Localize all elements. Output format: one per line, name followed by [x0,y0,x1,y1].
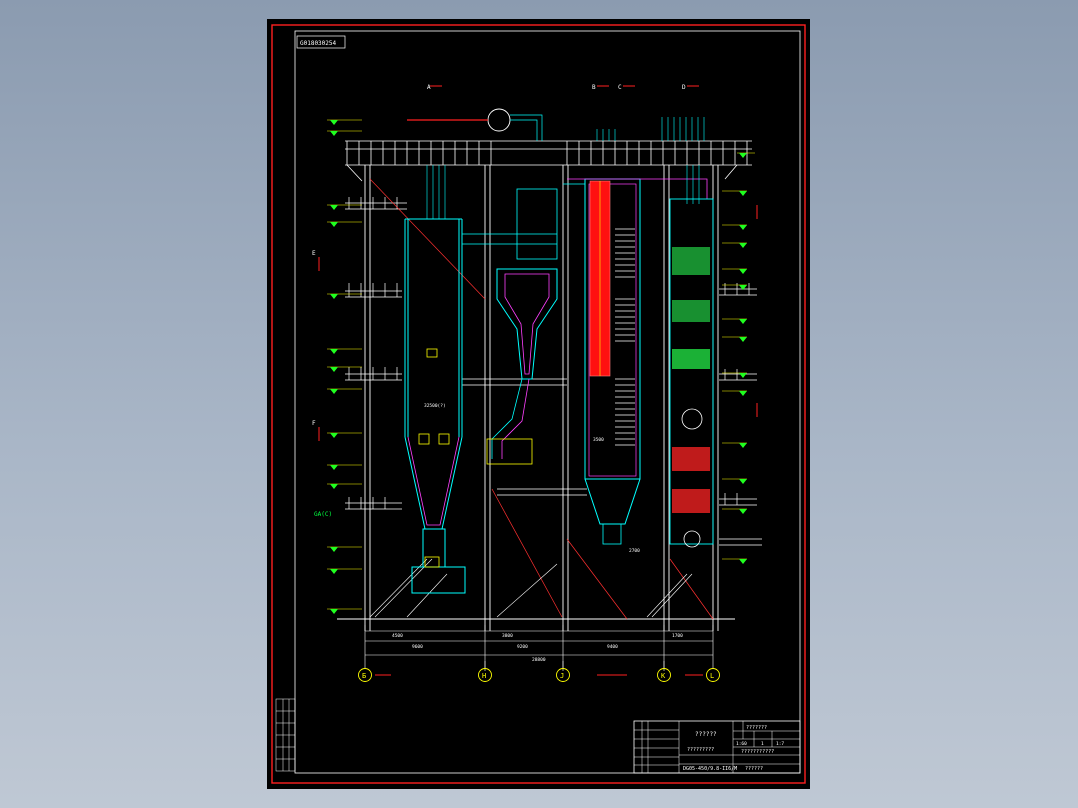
drawing-sheet: G018030254 A B C D E F GA(C) 32500(?) 35… [267,19,810,789]
elevation-markers-left [327,119,362,614]
label-economizer: 2700 [629,548,640,554]
superheater-coils [615,228,635,446]
scale-a: 1:60 [736,741,747,747]
air-preheater [669,198,714,548]
revision-block [275,698,296,772]
roof-platform [345,140,752,182]
axis-label-H: H [482,672,486,680]
label-ash-hopper: 3500 [593,437,604,443]
dim-row2-b: 9200 [517,644,528,650]
dim-row1-a: 4500 [392,633,403,639]
section-mark-a: A [427,84,431,91]
label-furnace: 32500(?) [424,403,446,409]
axis-label-G: Б [362,672,366,680]
label-left-side: GA(C) [314,511,332,518]
steam-drum [407,108,543,141]
drawing-name: ????????? [687,747,714,753]
bracing [369,178,714,620]
section-mark-d: D [682,84,686,91]
cyclone-separator [462,188,558,465]
sheet-row: ?????? [745,766,763,772]
drawing-number: DG05-450/9.8-II6/M [683,766,737,772]
axis-label-J: J [560,672,564,680]
scale-b: 1 [761,741,764,747]
column-axes: Б H J K L [358,661,720,682]
company: ??????????? [741,749,774,755]
sheet-code: G018030254 [300,40,337,47]
dim-row2-c: 9400 [607,644,618,650]
dim-overall: 28800 [532,657,546,663]
outer-border [271,24,806,784]
dim-row2-a: 9600 [412,644,423,650]
project-title: ?????? [695,731,717,738]
riser-pipes [426,117,705,219]
label-right-top: ??????? [746,725,767,731]
axis-label-L: L [710,672,714,680]
stairs [369,558,693,618]
sheet-code-box: G018030254 [296,35,346,49]
dim-row1-c: 1700 [672,633,683,639]
axis-label-K: K [661,672,666,680]
cad-drawing-canvas: G018030254 A B C D E F GA(C) 32500(?) 35… [271,24,806,784]
section-mark-e: E [312,250,316,257]
title-block: ?????? ????????? DG05-450/9.8-II6/M ????… [633,720,801,774]
section-mark-b: B [592,84,596,91]
section-mark-f: F [312,420,316,427]
scale-c: 1:7 [776,741,784,747]
steel-columns [364,165,719,631]
section-mark-c: C [618,84,622,91]
elevation-markers-right [722,152,755,564]
dim-row1-b: 3800 [502,633,513,639]
